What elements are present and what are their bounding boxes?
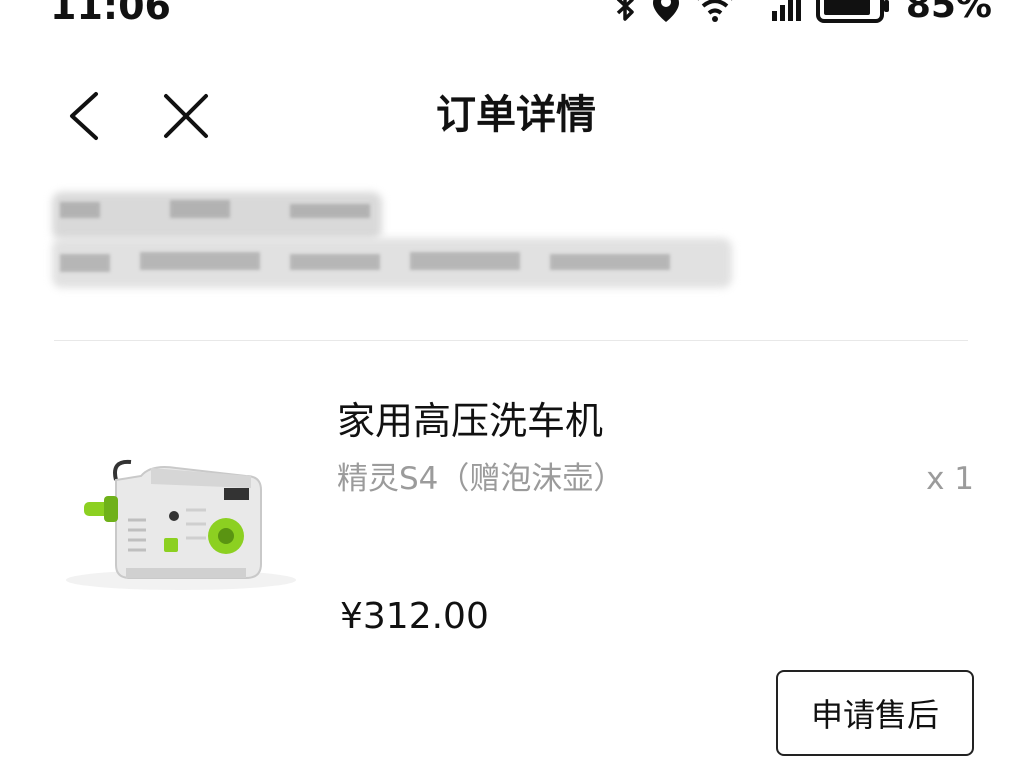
location-icon <box>652 0 679 22</box>
status-icons: 5G 85% <box>612 0 992 32</box>
wifi-icon <box>697 0 733 22</box>
status-bar: 11:06 5G 85% <box>0 0 1032 32</box>
battery-icon <box>815 0 889 23</box>
divider <box>54 340 968 341</box>
redacted-address <box>50 180 740 295</box>
product-quantity: x 1 <box>926 461 974 497</box>
product-image[interactable] <box>56 440 306 600</box>
pressure-washer-product-image <box>66 459 296 590</box>
bluetooth-icon <box>616 0 634 21</box>
cellular-signal-icon: 5G <box>750 0 802 23</box>
after-sale-button[interactable]: 申请售后 <box>776 670 974 756</box>
product-price: ¥312.00 <box>340 596 489 637</box>
product-variant: 精灵S4（赠泡沫壶） <box>337 461 625 497</box>
battery-percent: 85% <box>905 0 992 26</box>
product-title[interactable]: 家用高压洗车机 <box>337 395 603 447</box>
header: 订单详情 <box>0 70 1032 160</box>
status-time: 11:06 <box>50 0 171 28</box>
page-title: 订单详情 <box>436 92 596 138</box>
